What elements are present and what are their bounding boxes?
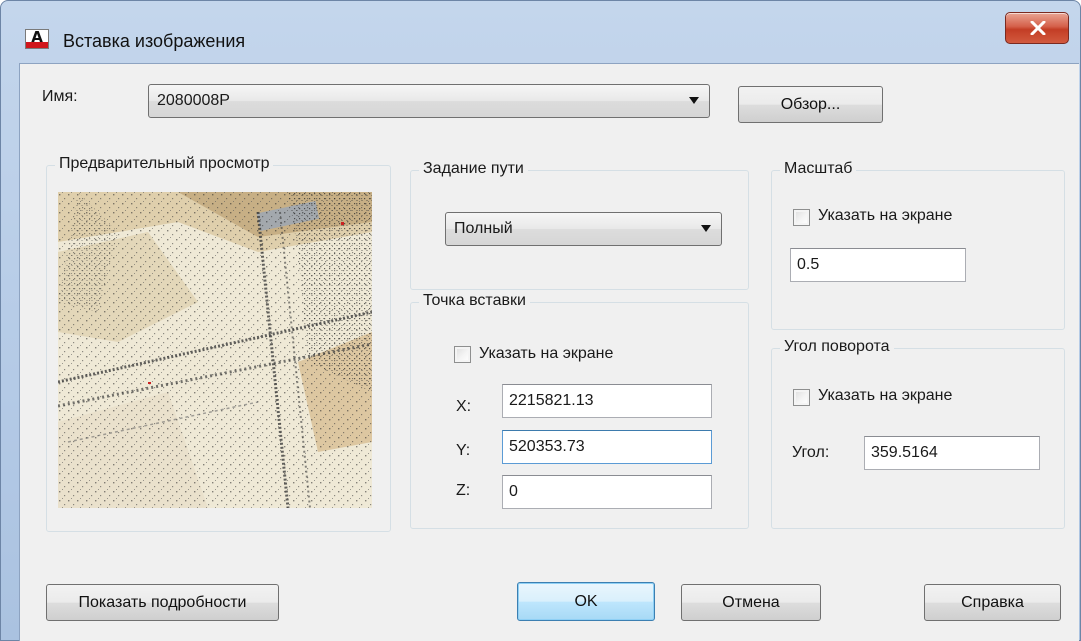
rotation-specify-label: Указать на экране — [818, 387, 953, 404]
x-field[interactable]: 2215821.13 — [502, 384, 712, 418]
name-combobox[interactable]: 2080008P — [148, 84, 710, 118]
image-preview — [58, 192, 372, 508]
angle-field[interactable]: 359.5164 — [864, 436, 1040, 470]
insertion-point-specify-label: Указать на экране — [479, 345, 614, 362]
name-label: Имя: — [42, 88, 78, 105]
y-label: Y: — [456, 442, 471, 459]
rotation-group-title: Угол поворота — [780, 338, 894, 356]
dialog-window: A Вставка изображения Имя: 2080008P Обзо… — [0, 0, 1081, 641]
scale-specify-label: Указать на экране — [818, 207, 953, 224]
y-field[interactable]: 520353.73 — [502, 430, 712, 464]
name-combobox-value: 2080008P — [157, 92, 230, 109]
scale-group-title: Масштаб — [780, 160, 857, 178]
close-button[interactable] — [1005, 12, 1069, 44]
ok-button[interactable]: OK — [517, 582, 655, 621]
path-group-title: Задание пути — [419, 160, 528, 178]
angle-label: Угол: — [792, 444, 830, 461]
dialog-client-area: Имя: 2080008P Обзор... Предварительный п… — [19, 63, 1079, 641]
show-details-button[interactable]: Показать подробности — [46, 584, 279, 621]
preview-image — [58, 192, 372, 508]
insertion-point-group-title: Точка вставки — [419, 292, 530, 310]
chevron-down-icon — [701, 225, 711, 232]
scale-field[interactable]: 0.5 — [790, 248, 966, 282]
z-field[interactable]: 0 — [502, 475, 712, 509]
preview-group-title: Предварительный просмотр — [55, 155, 274, 173]
close-icon — [1030, 21, 1046, 35]
z-label: Z: — [456, 482, 471, 499]
autocad-app-icon: A — [25, 28, 49, 49]
title-bar[interactable]: A Вставка изображения — [1, 1, 1080, 63]
scale-specify-checkbox[interactable] — [793, 209, 810, 226]
chevron-down-icon — [689, 97, 699, 104]
browse-button[interactable]: Обзор... — [738, 86, 883, 123]
help-button[interactable]: Справка — [924, 584, 1061, 621]
rotation-specify-checkbox[interactable] — [793, 389, 810, 406]
x-label: X: — [456, 398, 472, 415]
path-type-combobox[interactable]: Полный — [445, 212, 722, 246]
window-title: Вставка изображения — [63, 31, 246, 51]
path-type-value: Полный — [454, 220, 513, 237]
cancel-button[interactable]: Отмена — [681, 584, 821, 621]
insertion-point-specify-checkbox[interactable] — [454, 346, 471, 363]
